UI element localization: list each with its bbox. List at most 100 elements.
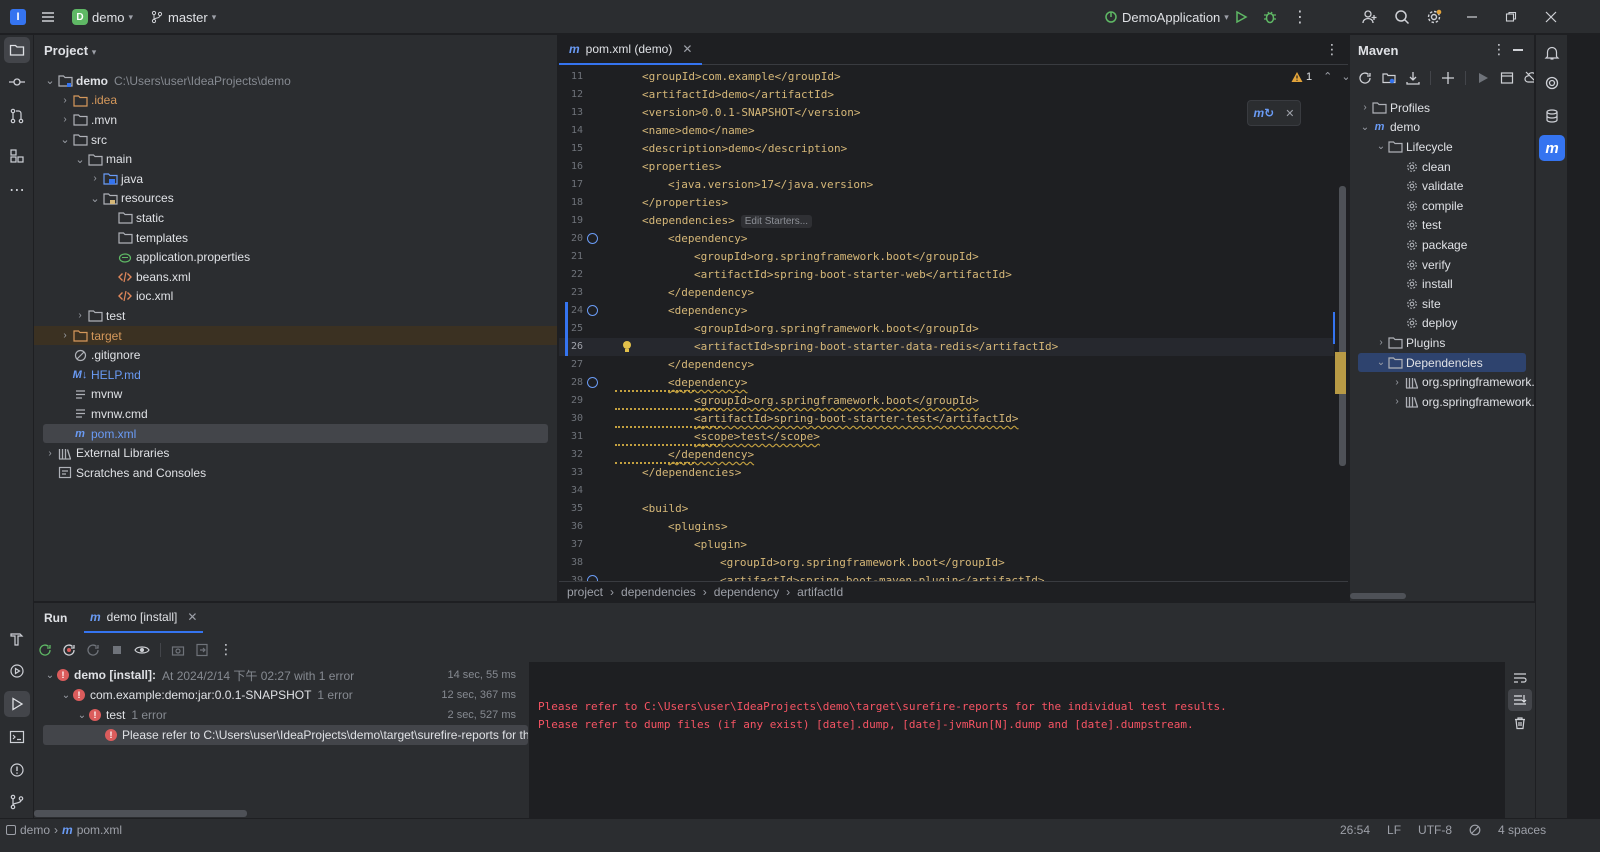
chevron-down-icon[interactable]: ⌄ [1374,141,1388,152]
project-tree-row[interactable]: ⌄ resources [43,189,548,209]
debug-button[interactable] [1262,0,1278,34]
chevron-right-icon[interactable]: › [88,173,102,184]
maven-tree-row[interactable]: ⌄ Dependencies [1358,352,1526,373]
run-tree-row[interactable]: ⌄! test 1 error 2 sec, 527 ms [43,705,528,725]
rerun-failed-icon[interactable] [62,643,76,657]
project-tree-row[interactable]: mvnw.cmd [43,404,548,424]
git-tool-button[interactable] [4,789,30,815]
vcs-branch-switcher[interactable]: master ▾ [150,0,216,34]
camera-icon[interactable] [171,643,185,657]
minimize-panel-icon[interactable] [1513,49,1523,51]
project-tree-row[interactable]: › target [34,325,557,346]
editor-tab-pom-xml[interactable]: m pom.xml (demo) ✕ [559,35,703,65]
reload-icon[interactable] [1358,71,1372,85]
scroll-to-end-button[interactable] [1508,689,1532,711]
breadcrumb-item[interactable]: dependencies [621,585,696,599]
breadcrumb-item[interactable]: artifactId [797,585,843,599]
inspection-widget[interactable]: 1 ⌃ ⌄ [1291,70,1348,83]
maven-tree-row[interactable]: validate [1358,176,1526,196]
vcs-change-marker[interactable] [565,302,568,320]
maven-options-button[interactable]: ⋮ [1492,41,1506,58]
project-panel-header[interactable]: Project ▾ [44,43,96,58]
app-logo[interactable]: I [10,0,26,34]
maven-tree-row[interactable]: › org.springframework.b [1358,392,1534,412]
project-tree-row[interactable]: static [43,208,548,228]
code-with-me-button[interactable] [1362,0,1378,34]
run-tool-button[interactable] [4,691,30,717]
edit-starters-inlay[interactable]: Edit Starters... [740,215,813,228]
toggle-auto-test-icon[interactable] [86,643,100,657]
restore-window-button[interactable] [1505,0,1517,34]
run-console[interactable]: Please refer to C:\Users\user\IdeaProjec… [529,662,1535,819]
project-tree-row[interactable]: › test [43,306,548,326]
settings-button[interactable] [1426,0,1442,34]
next-highlight-icon[interactable]: ⌄ [1341,70,1348,83]
maven-reload-icon[interactable]: m↻ [1254,106,1275,120]
chevron-right-icon[interactable]: › [58,114,72,125]
chevron-down-icon[interactable]: ⌄ [43,74,57,87]
build-tool-button[interactable] [4,626,30,652]
pull-requests-tool-button[interactable] [4,103,30,129]
project-tool-button[interactable] [4,37,30,63]
vertical-ellipsis-icon[interactable]: ⋮ [219,641,233,658]
line-separator[interactable]: LF [1387,823,1401,837]
read-only-toggle-icon[interactable] [1469,824,1481,836]
dependency-gutter-icon[interactable] [587,305,598,316]
project-tree-row[interactable]: › External Libraries [43,443,548,463]
project-tree-row[interactable]: beans.xml [43,267,548,287]
vcs-change-marker[interactable] [565,338,568,356]
maven-tree-row[interactable]: package [1358,235,1526,255]
generate-sources-icon[interactable] [1382,71,1396,85]
soft-wrap-icon[interactable] [1513,671,1527,685]
run-tree-row[interactable]: ⌄! demo [install]: At 2024/2/14 下午 02:27 w… [43,665,528,685]
project-tree-row[interactable]: mvnw [43,385,548,405]
maven-tree-row[interactable]: ⌄ Lifecycle [1358,137,1526,157]
file-encoding[interactable]: UTF-8 [1418,823,1452,837]
import-icon[interactable] [195,643,209,657]
maven-tree-row[interactable]: test [1358,216,1526,236]
eye-icon[interactable] [134,643,150,657]
maven-tree-row[interactable]: site [1358,294,1526,314]
run-tab-demo-install[interactable]: m demo [install] ✕ [84,603,204,633]
problems-tool-button[interactable] [4,757,30,783]
maven-tree-row[interactable]: › org.springframework.b [1358,372,1534,392]
close-tab-icon[interactable]: ✕ [187,610,197,624]
main-menu-button[interactable] [40,0,56,34]
status-path-file[interactable]: pom.xml [77,823,122,837]
close-window-button[interactable] [1545,0,1557,34]
project-tree-row[interactable]: › .mvn [43,110,548,130]
add-icon[interactable] [1441,71,1455,85]
previous-highlight-icon[interactable]: ⌃ [1323,70,1332,83]
maven-tree-row[interactable]: ⌄ m demo [1358,118,1526,138]
project-tree-row[interactable]: templates [43,228,548,248]
vcs-change-marker[interactable] [565,320,568,338]
project-tree-row[interactable]: › java [43,169,548,189]
project-tree-row[interactable]: ⌄ main [43,149,548,169]
services-tool-button[interactable] [4,658,30,684]
search-everywhere-button[interactable] [1394,0,1410,34]
close-icon[interactable]: ✕ [1285,107,1294,120]
run-tree-row[interactable]: ! Please refer to C:\Users\user\IdeaProje… [43,725,528,745]
chevron-right-icon[interactable]: › [1358,102,1372,113]
status-path-project[interactable]: demo [20,823,50,837]
chevron-down-icon[interactable]: ⌄ [43,670,57,681]
breadcrumb-item[interactable]: project [567,585,603,599]
download-icon[interactable] [1406,71,1420,85]
structure-tool-button[interactable] [4,143,30,169]
breadcrumb-item[interactable]: dependency [714,585,779,599]
database-tool-button[interactable] [1539,103,1565,129]
caret-position[interactable]: 26:54 [1340,823,1370,837]
chevron-right-icon[interactable]: › [43,448,57,459]
run-button[interactable] [1234,0,1248,34]
more-actions-button[interactable]: ⋮ [1292,0,1308,34]
trash-icon[interactable] [1513,716,1527,730]
chevron-right-icon[interactable]: › [1390,396,1404,407]
maven-tree-row[interactable]: verify [1358,255,1526,275]
notifications-tool-button[interactable] [1539,40,1565,66]
chevron-down-icon[interactable]: ⌄ [58,133,72,146]
run-icon[interactable] [1476,71,1490,85]
chevron-right-icon[interactable]: › [73,310,87,321]
editor-tabs-menu-button[interactable]: ⋮ [1325,41,1339,58]
project-tree-row[interactable]: ⌄ src [43,130,548,150]
project-tree-row[interactable]: m pom.xml [43,423,548,444]
